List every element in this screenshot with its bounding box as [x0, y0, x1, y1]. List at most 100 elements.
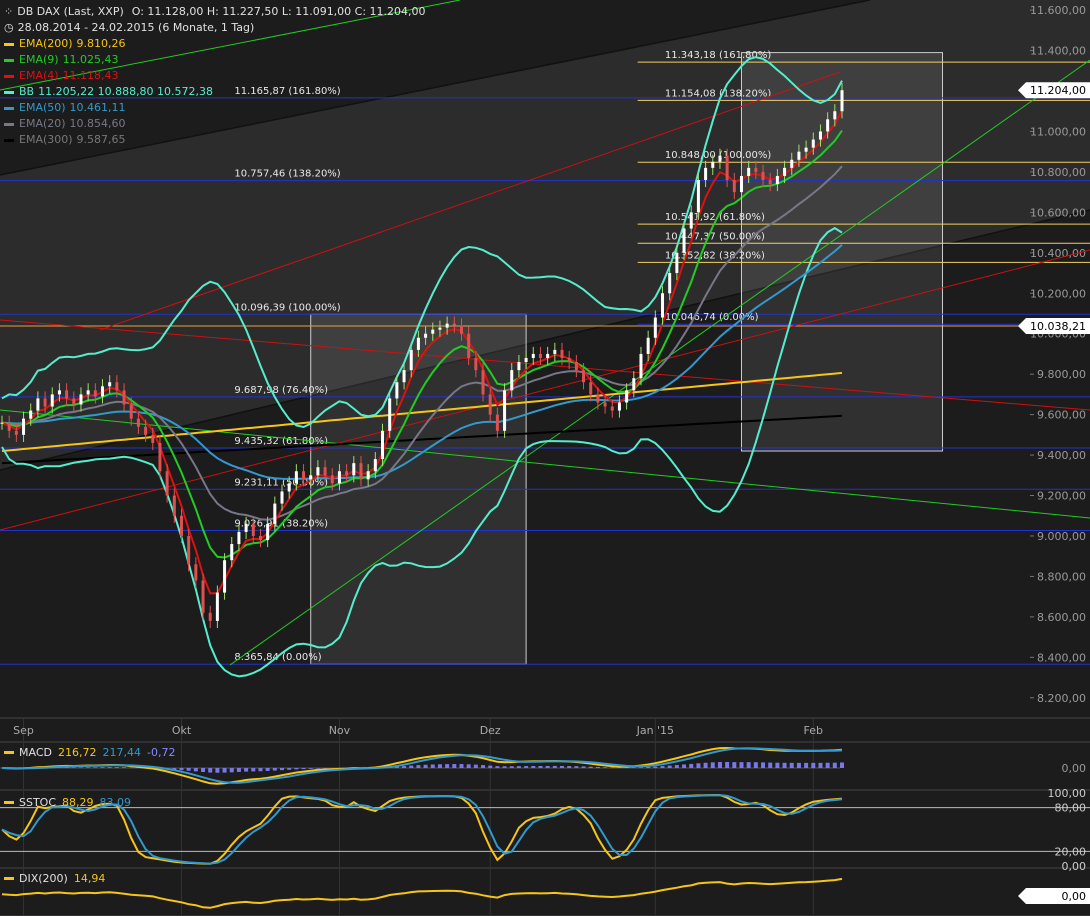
- sstoc-value2: 83,09: [99, 796, 132, 809]
- fib-level-label: 8.365,84 (0.00%): [234, 652, 321, 663]
- candle-body: [215, 592, 219, 621]
- legend-value: 10.854,60: [69, 117, 126, 130]
- candle-body: [488, 394, 492, 415]
- dix-value1: 14,94: [73, 872, 106, 885]
- macd-histogram-bar: [315, 768, 320, 769]
- dix-legend: DIX(200) 14,94: [4, 872, 105, 885]
- macd-histogram-bar: [574, 766, 579, 768]
- chart-header: ⁘ DB DAX (Last, XXP) O: 11.128,00 H: 11.…: [4, 4, 426, 20]
- candle-body: [201, 580, 205, 613]
- macd-histogram-bar: [775, 762, 780, 768]
- candle-body: [589, 382, 593, 395]
- macd-value1: 216,72: [57, 746, 97, 759]
- legend-swatch: [4, 122, 14, 126]
- y-tick-label: 8.200,00: [1037, 692, 1086, 705]
- macd-histogram-bar: [287, 768, 292, 770]
- candle-body: [596, 394, 600, 403]
- macd-histogram-bar: [717, 762, 722, 768]
- candle-body: [797, 151, 801, 160]
- legend-swatch: [4, 42, 14, 46]
- macd-histogram-bar: [804, 762, 809, 768]
- macd-histogram-bar: [107, 767, 112, 768]
- macd-histogram-bar: [100, 767, 105, 768]
- candle-body: [122, 390, 126, 405]
- macd-histogram-bar: [244, 768, 249, 772]
- candle-body: [689, 212, 693, 229]
- candle-body: [144, 426, 148, 435]
- candle-body: [101, 386, 105, 397]
- macd-histogram-bar: [114, 767, 119, 768]
- macd-histogram-bar: [236, 768, 241, 772]
- candle-body: [768, 180, 772, 185]
- candle-body: [783, 167, 787, 176]
- y-tick-label: 8.600,00: [1037, 611, 1086, 624]
- y-tick-label: 9.000,00: [1037, 530, 1086, 543]
- candle-body: [625, 390, 629, 403]
- legend-swatch: [4, 138, 14, 142]
- macd-histogram-bar: [638, 767, 643, 768]
- macd-histogram-bar: [179, 768, 184, 771]
- candle-body: [194, 564, 198, 581]
- y-tick-label: 9.600,00: [1037, 409, 1086, 422]
- sstoc-value1: 88,29: [62, 796, 94, 809]
- price-badge-label: 10.038,21: [1030, 320, 1086, 333]
- macd-histogram-bar: [308, 768, 313, 769]
- macd-histogram-bar: [696, 763, 701, 768]
- candle-body: [72, 398, 76, 405]
- macd-histogram-bar: [93, 767, 98, 768]
- candle-body: [474, 357, 478, 371]
- macd-histogram-bar: [258, 768, 263, 772]
- macd-histogram-bar: [129, 767, 134, 768]
- candle-body: [172, 495, 176, 516]
- candle-body: [43, 398, 47, 407]
- candle-body: [388, 398, 392, 431]
- candle-body: [179, 515, 183, 536]
- macd-histogram-bar: [531, 765, 536, 768]
- macd-histogram-bar: [538, 765, 543, 768]
- macd-histogram-bar: [560, 765, 564, 768]
- chart-root: 8.200,00 8.400,00 8.600,00 8.800,00 9.000,00…: [0, 0, 1090, 916]
- y-tick-label: 9.200,00: [1037, 490, 1086, 503]
- macd-histogram-bar: [603, 767, 608, 768]
- candle-body: [266, 523, 270, 541]
- candle-body: [7, 422, 11, 431]
- macd-histogram-bar: [674, 765, 679, 768]
- macd-histogram-bar: [660, 766, 665, 768]
- legend-item: BB 11.205,22 10.888,80 10.572,38: [4, 84, 426, 100]
- candle-body: [603, 402, 607, 407]
- candle-body: [445, 323, 449, 328]
- candle-body: [725, 155, 729, 181]
- candle-body: [546, 353, 550, 358]
- candle-body: [366, 471, 370, 480]
- legend-swatch: [4, 58, 14, 62]
- x-tick-label: Jan '15: [636, 724, 674, 737]
- macd-histogram-bar: [193, 768, 198, 772]
- candle-body: [538, 353, 542, 358]
- candle-body: [129, 404, 133, 419]
- candle-body: [165, 471, 169, 496]
- candle-body: [57, 390, 61, 395]
- y-tick-label: 11.600,00: [1030, 4, 1086, 17]
- candle-body: [682, 228, 686, 253]
- period-row: ◷ 28.08.2014 - 24.02.2015 (6 Monate, 1 T…: [4, 20, 426, 36]
- candle-body: [50, 394, 54, 407]
- macd-histogram-bar: [201, 768, 206, 773]
- candle-body: [302, 471, 306, 480]
- macd-histogram-bar: [409, 765, 414, 768]
- macd-histogram-bar: [725, 762, 730, 768]
- candle-body: [696, 180, 700, 213]
- macd-histogram-bar: [789, 762, 794, 768]
- candle-body: [818, 131, 822, 140]
- candle-body: [826, 119, 830, 132]
- candle-body: [251, 523, 255, 536]
- candle-body: [840, 90, 844, 112]
- clock-icon: ◷: [4, 21, 14, 34]
- candle-body: [230, 544, 234, 561]
- y-tick-label: 8.800,00: [1037, 570, 1086, 583]
- candle-body: [416, 337, 420, 350]
- macd-histogram-bar: [524, 766, 529, 768]
- macd-histogram-bar: [782, 762, 787, 768]
- legend-item: EMA(300) 9.587,65: [4, 132, 426, 148]
- candle-body: [115, 382, 119, 391]
- macd-histogram-bar: [689, 763, 694, 768]
